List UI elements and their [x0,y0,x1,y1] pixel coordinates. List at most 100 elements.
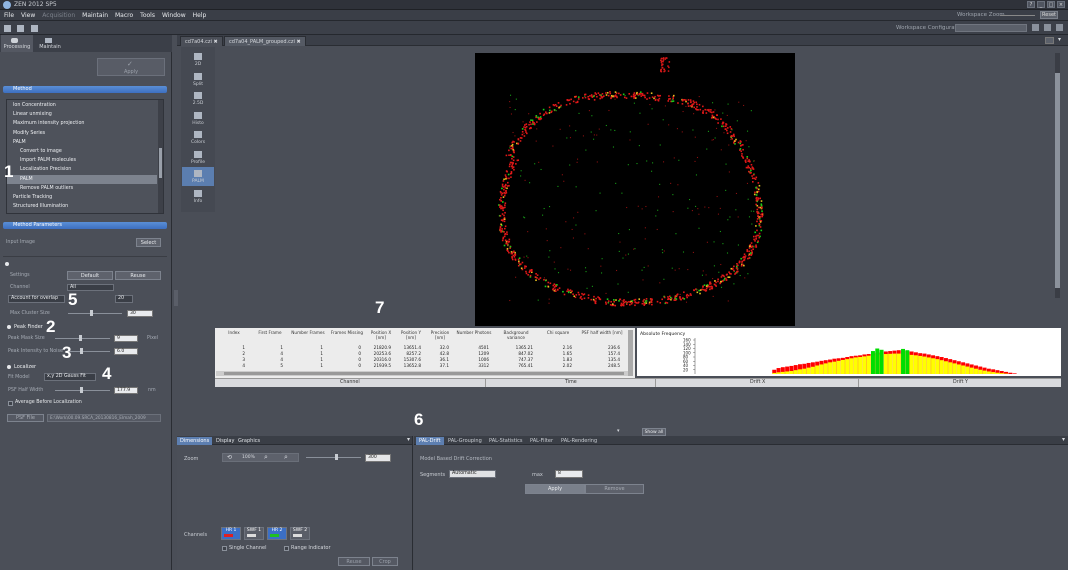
localizer-collapse-icon[interactable] [7,365,11,369]
overlap-dropdown[interactable]: Account for overlap [8,295,65,303]
table-header[interactable]: Precision [nm] [427,330,453,340]
tab-pal-drift[interactable]: PAL-Drift [416,437,444,445]
help-icon[interactable]: ? [1027,1,1035,8]
view-tool-split[interactable]: Split [182,70,214,89]
tab-pal-statistics[interactable]: PAL-Statistics [486,437,525,445]
peak-mask-input[interactable]: 9 [114,335,138,342]
drift-apply-button[interactable]: Apply [525,484,585,494]
max-input[interactable]: 8 [555,470,583,478]
method-item[interactable]: Ion Concentration [7,101,157,110]
view-tool-2d[interactable]: 2D [182,50,214,69]
table-header[interactable]: First Frame [253,330,287,335]
table-header[interactable]: Number Photons [455,330,493,335]
zoom-fit-icon[interactable]: ⟲ [227,454,232,461]
doc-tab-1[interactable]: cd7a04.czi ✖ [180,36,223,46]
open-icon[interactable] [17,25,24,32]
pal-menu-chevron-icon[interactable]: ▾ [1062,436,1065,443]
channel-button-hr-2[interactable]: HR 2 [267,527,287,540]
workspace-save-icon[interactable] [1044,24,1051,31]
menu-item-help[interactable]: Help [193,12,207,19]
workspace-reset-icon[interactable] [1056,24,1063,31]
fit-model-dropdown[interactable]: x,y 2D Gauss Fit [44,373,96,381]
peak-intensity-slider[interactable] [66,351,110,352]
tab-pal-filter[interactable]: PAL-Filter [527,437,556,445]
view-tool-2-5d[interactable]: 2.5D [182,89,214,108]
table-header[interactable]: Number Frames [289,330,327,335]
tab-display[interactable]: Display [213,437,237,445]
menu-item-macro[interactable]: Macro [115,12,133,19]
show-all-button[interactable]: Show all [642,428,666,436]
method-item[interactable]: PALM [7,138,157,147]
reuse-bottom-button[interactable]: Reuse [338,557,370,566]
method-item[interactable]: Maximum intensity projection [7,119,157,128]
reset-button[interactable]: Reset [1040,11,1058,19]
method-item[interactable]: Localization Precision [7,165,157,174]
channel-button-hr-1[interactable]: HR 1 [221,527,241,540]
psf-input[interactable]: 177.9 [114,387,138,394]
zoom-knob[interactable] [335,454,338,460]
overlap-number-dropdown[interactable]: 20 [115,295,133,303]
tab-pal-grouping[interactable]: PAL-Grouping [445,437,485,445]
default-button[interactable]: Default [67,271,113,280]
channel-button-swf-1[interactable]: SWF 1 [244,527,264,540]
left-panel-splitter[interactable] [174,290,178,306]
zoom-100-button[interactable]: 100% [242,455,255,460]
table-header[interactable]: Index [219,330,249,335]
table-h-scrollbar[interactable] [216,371,628,376]
table-header[interactable]: Position X [nm] [367,330,395,340]
maximize-icon[interactable]: □ [1047,1,1055,8]
average-before-localization-checkbox[interactable] [8,401,13,406]
table-header[interactable]: Position Y [nm] [397,330,425,340]
crop-button[interactable]: Crop [372,557,398,566]
zoom-out-icon[interactable]: ⌕ [264,453,268,462]
tab-menu-chevron-icon[interactable]: ▾ [1058,36,1061,43]
menu-item-file[interactable]: File [4,12,14,19]
zoom-in-icon[interactable]: ⌕ [284,453,288,462]
view-tool-palm[interactable]: PALM [182,167,214,186]
max-cluster-input[interactable]: 30 [127,310,153,317]
table-header[interactable]: Chi square [540,330,576,335]
peak-finder-collapse-icon[interactable] [7,325,11,329]
method-list[interactable]: Ion Concentration Linear unmixing Maximum … [6,99,164,214]
peak-intensity-input[interactable]: 6.0 [114,348,138,355]
menu-item-maintain[interactable]: Maintain [82,12,108,19]
method-item[interactable]: Convert to image [7,147,157,156]
minimize-icon[interactable]: _ [1037,1,1045,8]
table-row[interactable]: 4 5 1 0 21939.5 13652.8 37.1 3312 765.41 2.02 248.… [215,363,627,369]
settings-collapse-icon[interactable] [5,262,9,266]
method-item[interactable]: PALM [7,174,157,184]
table-header[interactable]: PSF half width [nm] [580,330,624,335]
psf-file-button[interactable]: PSF File [7,414,44,422]
panel-menu-chevron-icon[interactable]: ▾ [407,436,410,443]
close-icon[interactable]: × [1057,1,1065,8]
menu-item-view[interactable]: View [21,12,35,19]
drift-remove-button[interactable]: Remove [585,484,644,494]
doc-tab-2[interactable]: cd7a04_PALM_grouped.czi ✖ [224,36,306,46]
view-tool-profile[interactable]: Profile [182,148,214,167]
method-item[interactable]: Particle Tracking [7,193,157,202]
single-channel-checkbox[interactable] [222,546,227,551]
workspace-zoom-slider[interactable] [1000,15,1035,16]
save-icon[interactable] [31,25,38,32]
palm-image[interactable] [475,53,795,326]
max-cluster-knob[interactable] [90,310,93,316]
zoom-slider[interactable] [306,457,361,458]
method-section-header[interactable]: Method [3,86,167,93]
peak-mask-slider[interactable] [55,338,110,339]
tab-list-icon[interactable] [1045,37,1054,44]
table-scrollbar[interactable] [628,330,633,376]
menu-item-tools[interactable]: Tools [140,12,155,19]
collapse-arrow-icon[interactable]: ▾ [617,428,620,434]
viewer-scrollbar[interactable] [1055,53,1060,298]
peak-intensity-knob[interactable] [80,348,83,354]
range-indicator-checkbox[interactable] [284,546,289,551]
view-tool-info[interactable]: Info [182,187,214,206]
method-item[interactable]: Remove PALM outliers [7,184,157,193]
tab-graphics[interactable]: Graphics [235,437,263,445]
new-icon[interactable] [4,25,11,32]
view-tool-colors[interactable]: Colors [182,128,214,147]
method-list-scrollbar[interactable] [158,100,163,213]
menu-item-window[interactable]: Window [162,12,186,19]
menu-item-acquisition[interactable]: Acquisition [42,12,75,19]
table-header[interactable]: Background variance [495,330,537,340]
